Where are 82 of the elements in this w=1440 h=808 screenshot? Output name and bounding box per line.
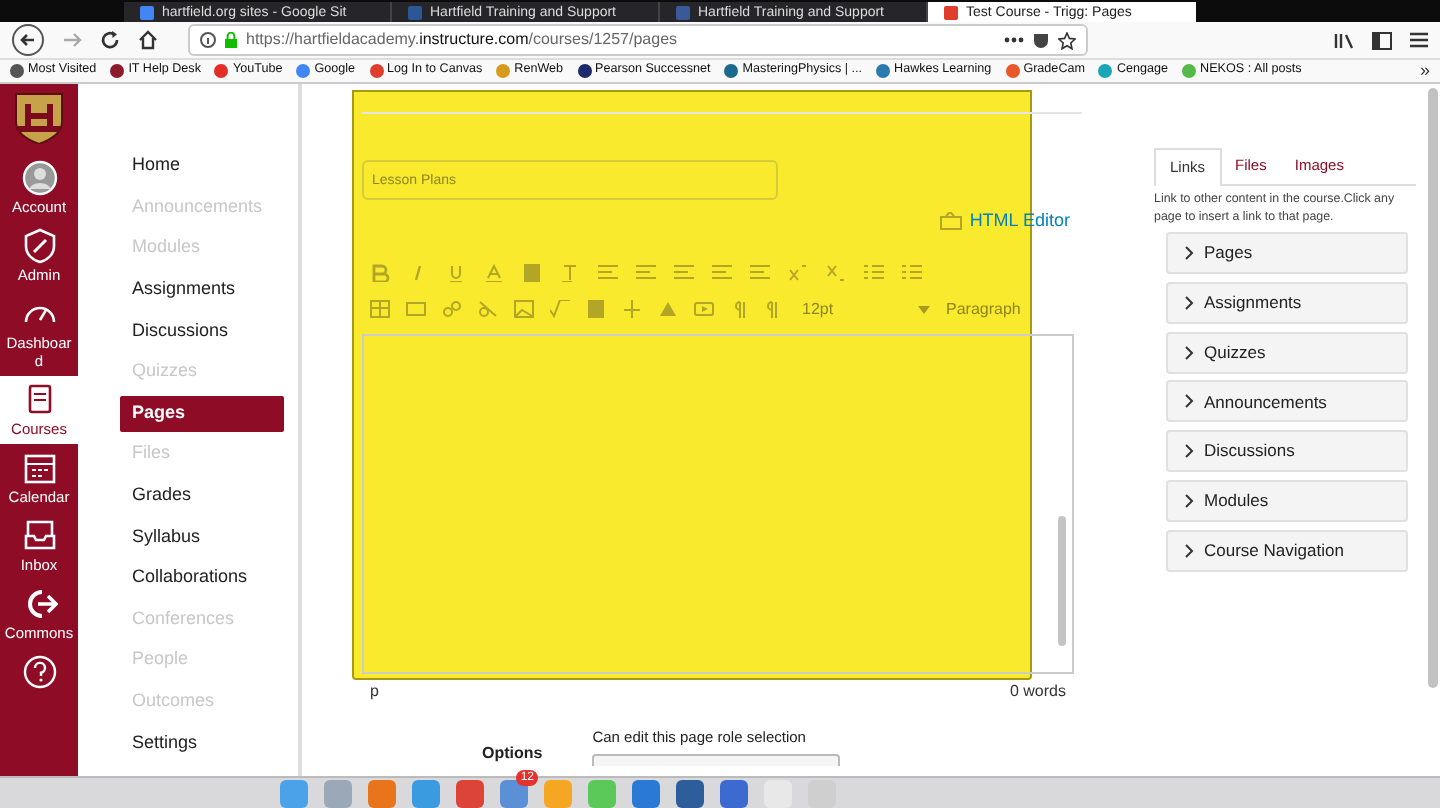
link-section-header[interactable]: Announcements	[1166, 380, 1408, 423]
forward-button-icon[interactable]	[62, 30, 82, 50]
app-icon[interactable]	[456, 779, 484, 807]
info-icon[interactable]	[200, 32, 216, 48]
help-icon	[21, 654, 57, 690]
rich-text-editor-area[interactable]	[362, 333, 1074, 673]
address-bar[interactable]: https://hartfieldacademy.instructure.com/courses/1257/pages	[188, 24, 1088, 56]
unlink-icon[interactable]	[478, 300, 498, 318]
role-select-field[interactable]	[592, 753, 841, 766]
table-icon[interactable]	[370, 300, 390, 318]
bold-icon[interactable]	[370, 263, 390, 281]
align-right-icon[interactable]	[674, 263, 694, 281]
chevron-right-icon	[1184, 444, 1194, 459]
text-color-icon[interactable]	[484, 263, 504, 281]
menu-icon[interactable]	[1410, 32, 1428, 48]
chevron-right-icon	[1184, 543, 1194, 558]
more-icon[interactable]	[1004, 36, 1024, 44]
numbered-list-icon[interactable]	[902, 263, 922, 281]
app-icon[interactable]	[280, 779, 308, 807]
admin-icon	[21, 228, 57, 264]
home-icon[interactable]	[138, 30, 158, 50]
link-section-header[interactable]: Assignments	[1166, 281, 1408, 324]
link-section-header[interactable]: Course Navigation	[1166, 529, 1408, 572]
inbox-icon	[21, 518, 57, 554]
image-icon[interactable]	[514, 300, 534, 318]
indent-icon[interactable]	[750, 263, 770, 281]
account-icon	[21, 160, 57, 196]
reload-icon[interactable]	[100, 30, 120, 50]
link-section-header[interactable]: Pages	[1166, 232, 1408, 274]
app-icon[interactable]	[412, 779, 440, 807]
subscript-icon[interactable]	[826, 263, 846, 281]
library-icon[interactable]	[1334, 31, 1354, 49]
app-icon[interactable]	[676, 779, 704, 807]
app-icon[interactable]	[368, 779, 396, 807]
tab-favicon-icon	[408, 5, 422, 19]
video-icon[interactable]	[694, 300, 714, 318]
chevron-right-icon	[1184, 295, 1194, 310]
caret-icon[interactable]	[918, 305, 930, 313]
outdent-icon[interactable]	[712, 263, 732, 281]
link-section-header[interactable]: Quizzes	[1166, 331, 1408, 374]
word-count-text: 0 words	[1009, 679, 1066, 703]
superscript-icon[interactable]	[788, 263, 808, 281]
course-nav-link[interactable]: Collaborations	[120, 559, 284, 596]
course-nav-link[interactable]: Assignments	[120, 271, 284, 308]
clear-formatting-icon[interactable]	[560, 263, 580, 281]
underline-icon[interactable]	[446, 263, 466, 281]
chevron-right-icon	[1184, 394, 1194, 409]
course-nav-link[interactable]: Discussions	[120, 312, 284, 349]
course-nav-link[interactable]: Syllabus	[120, 518, 284, 555]
scrollbar-thumb[interactable]	[1058, 515, 1066, 645]
app-icon[interactable]	[632, 779, 660, 807]
app-icon[interactable]	[500, 779, 528, 807]
back-button-icon[interactable]	[12, 24, 44, 56]
course-nav-link[interactable]: Grades	[120, 477, 284, 514]
chevron-right-icon	[1184, 345, 1194, 360]
sidebar-icon[interactable]	[1372, 31, 1392, 49]
school-crest-logo[interactable]	[12, 88, 66, 144]
lock-icon	[224, 32, 238, 48]
tab-favicon-icon	[140, 5, 154, 19]
ltr-icon[interactable]	[730, 300, 750, 318]
more-bookmarks-button[interactable]: »	[1419, 62, 1430, 80]
align-left-icon[interactable]	[598, 263, 618, 281]
align-center-icon[interactable]	[636, 263, 656, 281]
element-path-text: p	[370, 679, 379, 703]
app-icon[interactable]	[720, 779, 748, 807]
tab-favicon-icon	[676, 5, 690, 19]
bookmark-star-icon[interactable]	[1058, 31, 1076, 49]
link-icon[interactable]	[442, 300, 462, 318]
course-nav-link[interactable]: Pages	[120, 395, 284, 432]
options-label: Options	[482, 741, 543, 766]
url-text: https://hartfieldacademy.instructure.com/courses/1257/pages	[246, 28, 678, 52]
course-nav-link[interactable]: Settings	[120, 724, 284, 761]
link-section-header[interactable]: Modules	[1166, 479, 1408, 522]
bullet-list-icon[interactable]	[864, 263, 884, 281]
equation-icon[interactable]	[550, 300, 570, 318]
chevron-right-icon	[1184, 246, 1194, 260]
chevron-right-icon	[1184, 493, 1194, 508]
link-section-header[interactable]: Discussions	[1166, 430, 1408, 473]
page-scrollbar[interactable]	[1428, 88, 1438, 688]
tab-favicon-icon	[944, 5, 958, 19]
calendar-icon	[21, 450, 57, 486]
course-nav-link[interactable]: Home	[120, 148, 284, 184]
